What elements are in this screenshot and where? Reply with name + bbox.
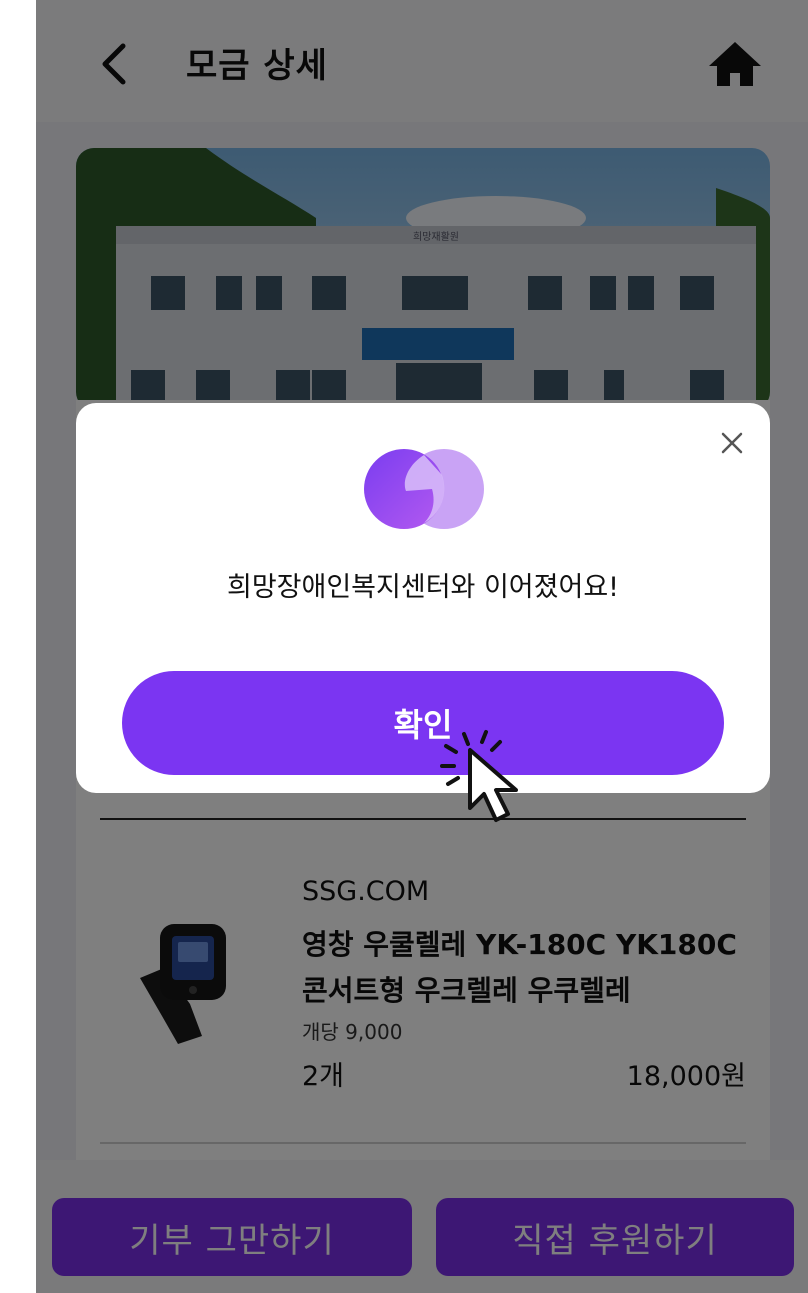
pointer-cursor-icon [424, 720, 534, 830]
confirm-button[interactable]: 확인 [122, 671, 724, 775]
modal-message: 희망장애인복지센터와 이어졌어요! [226, 572, 619, 603]
app-screen: 모금 상세 희망재활원 [36, 0, 808, 1293]
linked-circles-logo [362, 445, 486, 533]
close-icon [721, 432, 743, 454]
connection-modal: 희망장애인복지센터와 이어졌어요! 확인 [76, 403, 770, 793]
close-button[interactable] [714, 425, 750, 461]
